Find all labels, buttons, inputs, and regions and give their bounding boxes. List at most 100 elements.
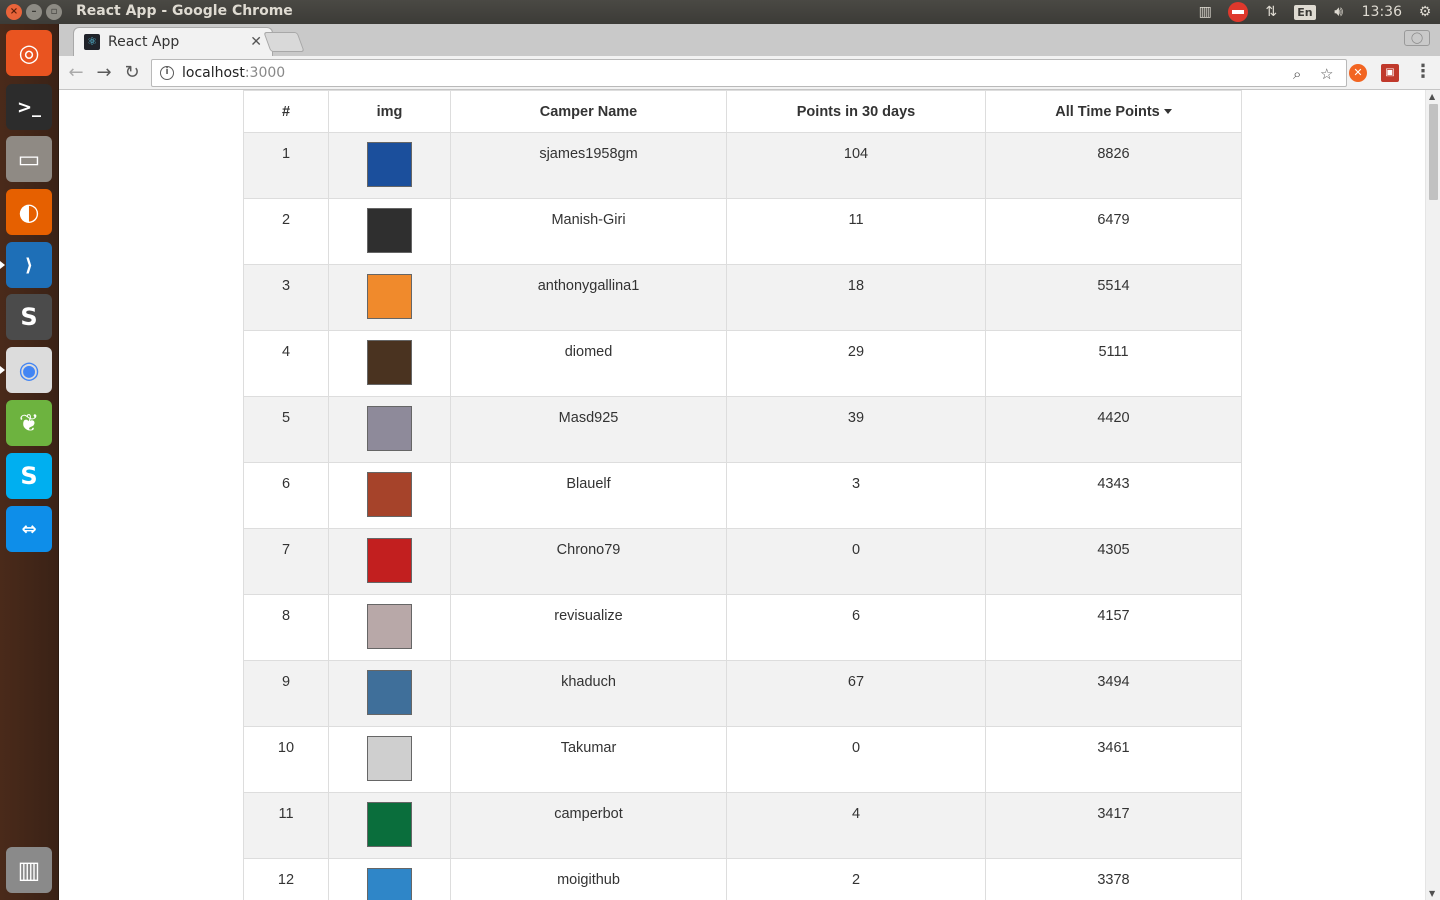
avatar-cell (328, 330, 451, 397)
extension-icon[interactable]: ▣ (1381, 64, 1399, 82)
camper-name-cell: Chrono79 (450, 528, 727, 595)
chrome-menu-icon[interactable]: ⋮ (1414, 61, 1432, 82)
avatar-cell (328, 396, 451, 463)
camper-name-cell: camperbot (450, 792, 727, 859)
bookmark-star-icon[interactable]: ☆ (1320, 65, 1333, 83)
table-row: 11 camperbot 4 3417 (243, 792, 1242, 859)
col-header-img: img (328, 90, 451, 133)
scrollbar-thumb[interactable] (1429, 104, 1438, 200)
avatar-cell (328, 198, 451, 265)
profile-icon[interactable]: ◯ (1404, 30, 1430, 46)
react-favicon-icon: ⚛ (84, 34, 100, 50)
avatar-cell (328, 660, 451, 727)
trash-icon[interactable]: ▥ (6, 847, 52, 893)
volume-icon[interactable]: 🔊︎ (1330, 4, 1348, 20)
camper-name-cell: Masd925 (450, 396, 727, 463)
url-port: :3000 (244, 65, 286, 81)
avatar (367, 208, 412, 253)
window-title: React App - Google Chrome (76, 3, 293, 19)
rank-cell: 1 (243, 132, 329, 199)
table-row: 12 moigithub 2 3378 (243, 858, 1242, 900)
tab-close-icon[interactable]: ✕ (250, 34, 262, 50)
settings-gear-icon[interactable]: ⚙ (1416, 4, 1434, 20)
site-info-icon[interactable]: i (160, 66, 174, 80)
firefox-icon[interactable]: ◐ (6, 189, 52, 235)
table-row: 8 revisualize 6 4157 (243, 594, 1242, 661)
avatar (367, 604, 412, 649)
rank-cell: 7 (243, 528, 329, 595)
spring-tool-suite-icon[interactable]: ❦ (6, 400, 52, 446)
vscode-icon[interactable]: ⟩ (6, 242, 52, 288)
window-maximize-button[interactable]: ▫ (46, 4, 62, 20)
all-time-points-cell: 4420 (985, 396, 1242, 463)
avatar-cell (328, 264, 451, 331)
leaderboard-body: 1 sjames1958gm 104 8826 2 Manish-Giri 11 6479 3 a… (243, 132, 1242, 900)
points-30-days-cell: 18 (726, 264, 986, 331)
new-tab-button[interactable] (263, 32, 305, 52)
camper-name-cell: sjames1958gm (450, 132, 727, 199)
col-header-camper-name: Camper Name (450, 90, 727, 133)
tab-react-app[interactable]: ⚛ React App ✕ (73, 27, 273, 56)
forward-button[interactable]: → (92, 61, 116, 85)
page-viewport: # img Camper Name Points in 30 days All … (59, 90, 1440, 900)
ubuntu-dash-icon[interactable]: ◎ (6, 30, 52, 76)
camper-name-cell: Blauelf (450, 462, 727, 529)
avatar (367, 868, 412, 900)
rank-cell: 10 (243, 726, 329, 793)
points-30-days-cell: 104 (726, 132, 986, 199)
table-row: 10 Takumar 0 3461 (243, 726, 1242, 793)
system-indicators: ▥ ⇅ En 🔊︎ 13:36 ⚙ (1196, 2, 1434, 22)
all-time-points-cell: 5514 (985, 264, 1242, 331)
points-30-days-cell: 39 (726, 396, 986, 463)
rank-cell: 8 (243, 594, 329, 661)
tab-title: React App (108, 34, 180, 50)
scroll-down-arrow-icon[interactable]: ▼ (1429, 889, 1435, 898)
sublime-text-icon[interactable]: S (6, 294, 52, 340)
col-header-all-time-points[interactable]: All Time Points (985, 90, 1242, 133)
points-30-days-label: Points in 30 days (796, 103, 916, 120)
skype-icon[interactable]: S (6, 453, 52, 499)
points-30-days-cell: 0 (726, 726, 986, 793)
zoom-icon[interactable]: ⌕ (1293, 65, 1301, 83)
extension-adblock-icon[interactable]: ✕ (1349, 64, 1367, 82)
vertical-scrollbar[interactable]: ▲ ▼ (1425, 90, 1440, 900)
terminal-icon[interactable]: >_ (6, 84, 52, 130)
reload-button[interactable]: ↻ (120, 61, 144, 85)
table-row: 5 Masd925 39 4420 (243, 396, 1242, 463)
avatar-cell (328, 792, 451, 859)
col-header-points-30-days[interactable]: Points in 30 days (726, 90, 986, 133)
table-row: 9 khaduch 67 3494 (243, 660, 1242, 727)
rank-cell: 5 (243, 396, 329, 463)
system-monitor-icon[interactable]: ▥ (1196, 4, 1214, 20)
window-minimize-button[interactable]: – (26, 4, 42, 20)
scroll-up-arrow-icon[interactable]: ▲ (1429, 92, 1435, 101)
network-icon[interactable]: ⇅ (1262, 4, 1280, 20)
teamviewer-icon[interactable]: ⇔ (6, 506, 52, 552)
rank-cell: 12 (243, 858, 329, 900)
files-icon[interactable]: ▭ (6, 136, 52, 182)
points-30-days-cell: 6 (726, 594, 986, 661)
table-header-row: # img Camper Name Points in 30 days All … (243, 90, 1242, 133)
address-bar[interactable]: i localhost:3000 ⌕ ☆ (151, 59, 1347, 87)
running-app-marker (0, 261, 5, 269)
camper-name-cell: anthonygallina1 (450, 264, 727, 331)
chrome-icon[interactable]: ◉ (6, 347, 52, 393)
running-app-marker (0, 366, 5, 374)
all-time-points-cell: 6479 (985, 198, 1242, 265)
avatar (367, 274, 412, 319)
leaderboard-table: # img Camper Name Points in 30 days All … (243, 90, 1242, 900)
tab-strip: ⚛ React App ✕ ◯ (59, 24, 1440, 56)
all-time-points-cell: 4157 (985, 594, 1242, 661)
clock[interactable]: 13:36 (1362, 4, 1402, 20)
keyboard-layout-indicator[interactable]: En (1294, 4, 1316, 20)
all-time-points-cell: 5111 (985, 330, 1242, 397)
table-row: 6 Blauelf 3 4343 (243, 462, 1242, 529)
avatar (367, 802, 412, 847)
points-30-days-cell: 4 (726, 792, 986, 859)
avatar (367, 736, 412, 781)
all-time-points-cell: 3461 (985, 726, 1242, 793)
window-close-button[interactable]: × (6, 4, 22, 20)
do-not-disturb-icon[interactable] (1228, 2, 1249, 22)
points-30-days-cell: 67 (726, 660, 986, 727)
back-button[interactable]: ← (64, 61, 88, 85)
